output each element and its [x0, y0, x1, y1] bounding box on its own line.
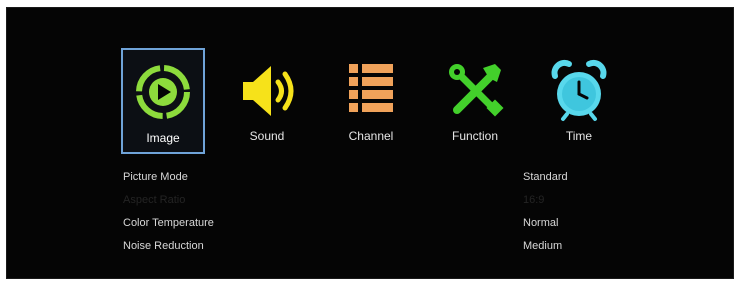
- settings-list: Picture Mode Standard Aspect Ratio 16:9 …: [123, 168, 663, 260]
- tab-channel[interactable]: Channel: [329, 48, 413, 154]
- tab-function[interactable]: Function: [433, 48, 517, 154]
- tab-image[interactable]: Image: [121, 48, 205, 154]
- tools-icon: [449, 64, 504, 117]
- setting-name: Color Temperature: [123, 217, 214, 229]
- menu-tabs: Image Sound Channel Function Time: [117, 48, 637, 156]
- alarm-clock-icon: [551, 59, 607, 121]
- tv-menu-screen: Image Sound Channel Function Time Pictur…: [6, 7, 734, 279]
- tab-time[interactable]: Time: [537, 48, 621, 154]
- setting-name: Noise Reduction: [123, 240, 204, 252]
- tab-sound[interactable]: Sound: [225, 48, 309, 154]
- play-circle-icon: [136, 65, 190, 119]
- setting-value: Standard: [523, 171, 568, 183]
- tab-label: Time: [565, 129, 593, 143]
- setting-color-temperature[interactable]: Color Temperature Normal: [123, 214, 663, 237]
- speaker-icon: [243, 66, 294, 116]
- tab-label: Image: [146, 131, 180, 145]
- setting-value: 16:9: [523, 194, 545, 206]
- tab-label: Sound: [249, 129, 285, 143]
- setting-value: Normal: [523, 217, 559, 229]
- setting-name: Picture Mode: [123, 171, 188, 183]
- setting-value: Medium: [523, 240, 563, 252]
- list-icon: [349, 64, 393, 112]
- setting-noise-reduction[interactable]: Noise Reduction Medium: [123, 237, 663, 260]
- setting-name: Aspect Ratio: [123, 194, 186, 206]
- setting-aspect-ratio: Aspect Ratio 16:9: [123, 191, 663, 214]
- tab-label: Function: [451, 129, 499, 143]
- setting-picture-mode[interactable]: Picture Mode Standard: [123, 168, 663, 191]
- tab-label: Channel: [348, 129, 394, 143]
